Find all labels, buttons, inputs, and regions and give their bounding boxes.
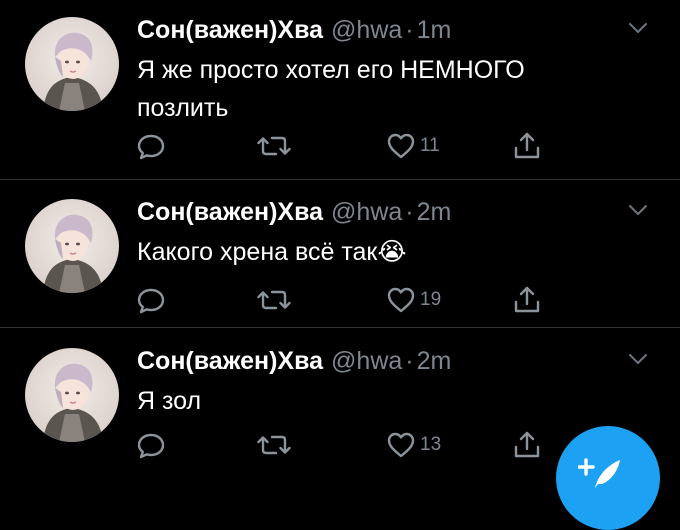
tweet-actions: 13	[136, 428, 556, 462]
like-count: 11	[420, 135, 440, 156]
reply-icon	[136, 285, 166, 315]
share-icon	[512, 285, 542, 315]
tweet[interactable]: Сон(важен)Хва @hwa · 1m Я же просто хотел е…	[0, 0, 680, 160]
reply-button[interactable]	[136, 428, 166, 462]
compose-tweet-button[interactable]	[556, 426, 660, 530]
reply-icon	[136, 430, 166, 460]
tweet-divider	[0, 327, 680, 328]
heart-icon	[386, 131, 416, 161]
separator-dot: ·	[405, 347, 414, 375]
retweet-button[interactable]	[257, 428, 291, 462]
author-handle[interactable]: @hwa	[331, 198, 402, 226]
chevron-down-icon[interactable]	[626, 16, 650, 40]
chevron-down-icon[interactable]	[626, 198, 650, 222]
retweet-button[interactable]	[257, 283, 291, 317]
like-button[interactable]: 19	[386, 283, 441, 317]
tweet-text: Я же просто хотел его НЕМНОГО позлить	[137, 56, 525, 122]
like-button[interactable]: 11	[386, 129, 440, 163]
tweet-text: Какого хрена всё так😭	[137, 238, 407, 266]
author-handle[interactable]: @hwa	[331, 16, 402, 44]
tweet[interactable]: Сон(важен)Хва @hwa · 2m Какого хрена всё та…	[0, 182, 680, 330]
retweet-icon	[257, 131, 291, 161]
separator-dot: ·	[405, 16, 414, 44]
avatar[interactable]	[25, 17, 119, 111]
tweet-timestamp[interactable]: 2m	[417, 347, 452, 375]
author-name[interactable]: Сон(важен)Хва	[137, 347, 323, 375]
tweet-actions: 11	[136, 129, 556, 163]
tweet-divider	[0, 179, 680, 180]
share-button[interactable]	[512, 428, 542, 462]
reply-button[interactable]	[136, 283, 166, 317]
share-button[interactable]	[512, 129, 542, 163]
tweet-text: Я зол	[137, 387, 202, 415]
author-name[interactable]: Сон(важен)Хва	[137, 16, 323, 44]
tweet-header: Сон(важен)Хва @hwa · 2m	[137, 196, 451, 228]
tweet-actions: 19	[136, 283, 556, 317]
like-button[interactable]: 13	[386, 428, 441, 462]
heart-icon	[386, 285, 416, 315]
retweet-icon	[257, 430, 291, 460]
tweet-timestamp[interactable]: 2m	[417, 198, 452, 226]
separator-dot: ·	[405, 198, 414, 226]
share-icon	[512, 131, 542, 161]
avatar[interactable]	[25, 348, 119, 442]
retweet-button[interactable]	[257, 129, 291, 163]
tweet-header: Сон(важен)Хва @hwa · 1m	[137, 14, 451, 46]
retweet-icon	[257, 285, 291, 315]
share-icon	[512, 430, 542, 460]
reply-button[interactable]	[136, 129, 166, 163]
author-handle[interactable]: @hwa	[331, 347, 402, 375]
reply-icon	[136, 131, 166, 161]
author-name[interactable]: Сон(важен)Хва	[137, 198, 323, 226]
chevron-down-icon[interactable]	[626, 347, 650, 371]
like-count: 19	[420, 289, 442, 310]
share-button[interactable]	[512, 283, 542, 317]
avatar[interactable]	[25, 199, 119, 293]
tweet-timestamp[interactable]: 1m	[417, 16, 452, 44]
tweet-header: Сон(важен)Хва @hwa · 2m	[137, 345, 451, 377]
like-count: 13	[420, 434, 442, 455]
heart-icon	[386, 430, 416, 460]
